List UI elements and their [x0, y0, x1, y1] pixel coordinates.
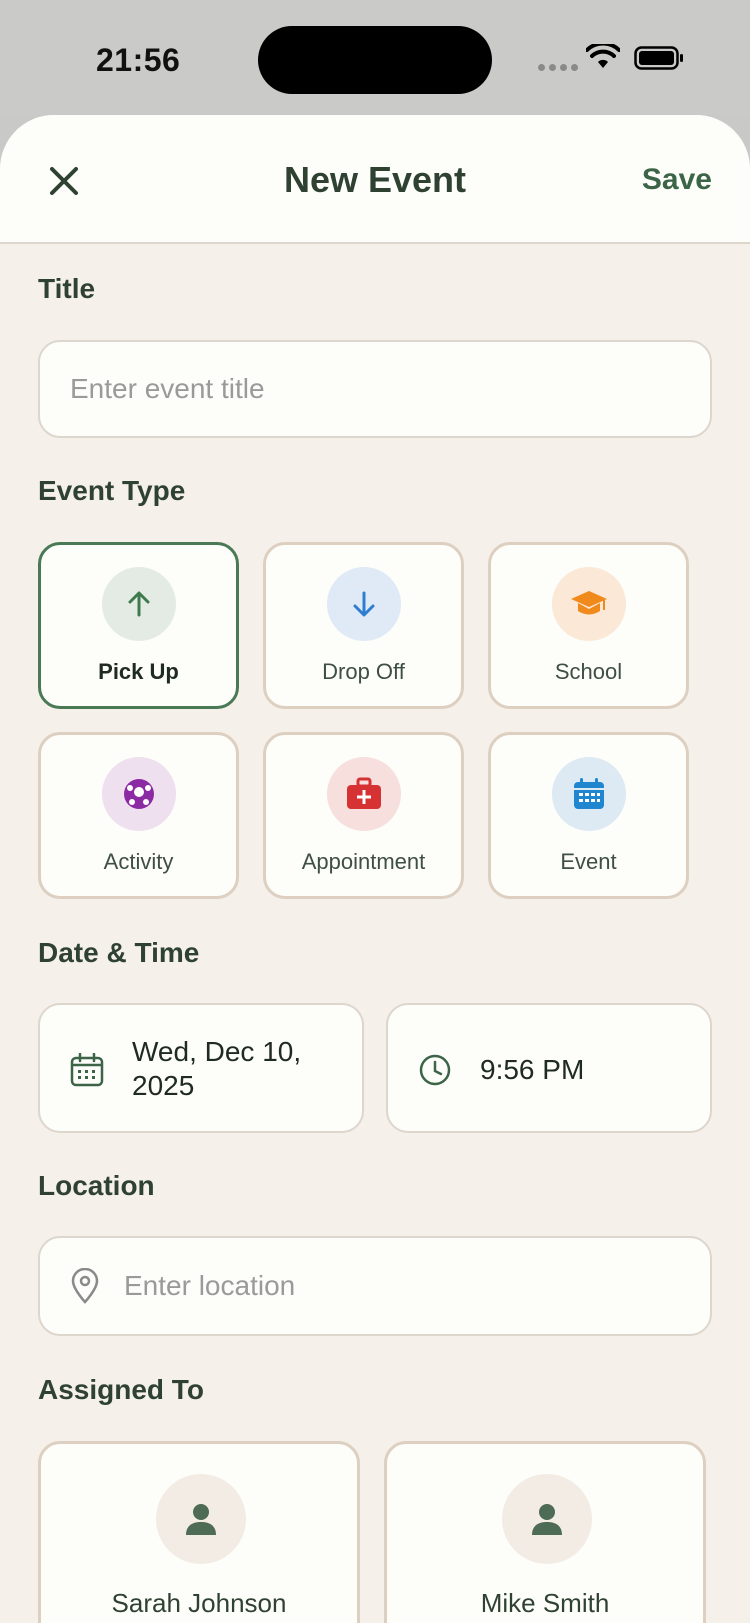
type-label: Activity: [103, 849, 174, 874]
event-icon-circle: [552, 757, 626, 831]
location-label: Location: [38, 1170, 155, 1201]
person-card-sarah-johnson[interactable]: Sarah Johnson: [38, 1441, 360, 1623]
appointment-icon-circle: [327, 757, 401, 831]
location-input[interactable]: Enter location: [38, 1236, 712, 1336]
arrow-up-icon: [128, 591, 150, 617]
navigation-bar: New Event Save: [0, 115, 750, 244]
event-type-school[interactable]: School: [488, 542, 689, 709]
date-value: Wed, Dec 10, 2025: [132, 1036, 302, 1101]
date-picker[interactable]: Wed, Dec 10, 2025: [38, 1003, 364, 1133]
arrow-down-icon: [353, 591, 375, 617]
location-pin-container: [70, 1268, 100, 1304]
event-type-label: Event Type: [38, 475, 186, 506]
person-name: Mike Smith: [480, 1588, 610, 1618]
avatar: [156, 1474, 246, 1564]
date-time-label: Date & Time: [38, 937, 200, 968]
calendar-icon: [574, 778, 604, 809]
assigned-to-label: Assigned To: [38, 1374, 204, 1405]
type-label: Pick Up: [98, 659, 179, 684]
type-label: School: [554, 659, 623, 684]
event-type-activity[interactable]: Activity: [38, 732, 239, 899]
school-icon-circle: [552, 567, 626, 641]
wifi-icon: [586, 44, 620, 68]
location-input-placeholder: Enter location: [124, 1270, 296, 1301]
type-label: Appointment: [301, 849, 426, 874]
event-type-pick-up[interactable]: Pick Up: [38, 542, 239, 709]
save-button[interactable]: Save: [642, 163, 712, 197]
avatar: [502, 1474, 592, 1564]
page-title: New Event: [283, 159, 467, 200]
type-label: Drop Off: [322, 659, 405, 684]
pick-up-icon-circle: [102, 567, 176, 641]
person-card-mike-smith[interactable]: Mike Smith: [384, 1441, 706, 1623]
person-name: Sarah Johnson: [111, 1588, 287, 1618]
new-event-sheet: New Event Save Title Enter event title E…: [0, 115, 750, 1623]
event-type-appointment[interactable]: Appointment: [263, 732, 464, 899]
activity-icon-circle: [102, 757, 176, 831]
status-time: 21:56: [96, 42, 181, 78]
time-picker[interactable]: 9:56 PM: [386, 1003, 712, 1133]
medical-kit-icon: [347, 777, 381, 809]
type-label: Event: [560, 849, 617, 874]
event-type-event[interactable]: Event: [488, 732, 689, 899]
calendar-icon: [70, 1053, 104, 1087]
title-input-placeholder: Enter event title: [70, 373, 265, 404]
time-value: 9:56 PM: [480, 1054, 585, 1085]
event-type-drop-off[interactable]: Drop Off: [263, 542, 464, 709]
soccer-ball-icon: [124, 779, 154, 809]
battery-icon: [634, 46, 683, 70]
title-input[interactable]: Enter event title: [38, 340, 712, 438]
clock-icon: [419, 1054, 451, 1086]
title-label: Title: [38, 273, 96, 304]
cellular-signal-icon: [538, 64, 578, 71]
location-pin-icon: [71, 1268, 99, 1304]
graduation-cap-icon: [571, 591, 607, 615]
drop-off-icon-circle: [327, 567, 401, 641]
dynamic-island: [258, 26, 492, 94]
status-bar: 21:56: [0, 0, 750, 115]
person-icon: [186, 1504, 216, 1535]
person-icon: [532, 1504, 562, 1535]
